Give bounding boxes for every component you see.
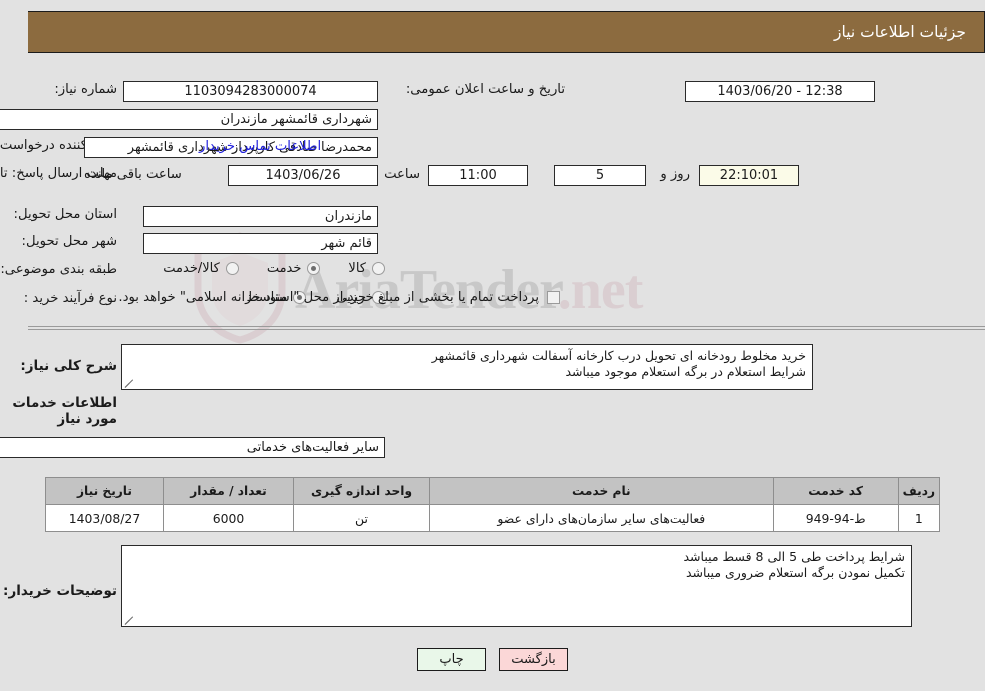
buyer-contact-link-wrap[interactable]: اطلاعات تماس خریدار — [199, 139, 321, 154]
col-unit: واحد اندازه گیری — [293, 477, 430, 505]
treasury-checkbox-label: پرداخت تمام یا بخشی از مبلغ خرید،از محل … — [118, 290, 539, 305]
deadline-hour-label: ساعت — [384, 167, 420, 182]
cell-need-date: 1403/08/27 — [45, 504, 164, 532]
category-radio-group: کالا خدمت کالا/خدمت — [163, 261, 385, 276]
deadline-hour-label-wrap: ساعت — [384, 167, 420, 182]
service-group-value: سایر فعالیت‌های خدماتی — [0, 437, 385, 458]
table-header-row: ردیف کد خدمت نام خدمت واحد اندازه گیری ت… — [45, 477, 941, 505]
treasury-checkbox-row[interactable]: پرداخت تمام یا بخشی از مبلغ خرید،از محل … — [118, 290, 560, 305]
city-value: قائم شهر — [143, 233, 378, 254]
page-title: جزئیات اطلاعات نیاز — [834, 23, 966, 41]
tender-detail-page: AriaTender.net جزئیات اطلاعات نیاز شماره… — [0, 0, 985, 691]
remaining-time-countdown: 22:10:01 — [699, 165, 799, 186]
buyer-notes-value: شرایط پرداخت طی 5 الی 8 قسط میباشد تکمیل… — [683, 549, 906, 580]
category-option-kala-khedmat[interactable]: کالا/خدمت — [163, 261, 239, 276]
col-quantity: تعداد / مقدار — [163, 477, 294, 505]
remaining-days-value: 5 — [554, 165, 646, 186]
category-option-kala-label: کالا — [348, 261, 366, 276]
remaining-days-label-wrap: روز و — [660, 167, 690, 182]
col-row-no: ردیف — [897, 477, 941, 505]
need-number-value: 1103094283000074 — [123, 81, 378, 102]
radio-kala-khedmat[interactable] — [225, 262, 239, 275]
category-option-kala-khedmat-label: کالا/خدمت — [163, 261, 220, 276]
cell-quantity: 6000 — [163, 504, 294, 532]
print-button[interactable]: چاپ — [417, 648, 486, 671]
cell-service-name: فعالیت‌های سایر سازمان‌های دارای عضو — [429, 504, 774, 532]
remaining-suffix-wrap: ساعت باقی مانده — [84, 167, 182, 182]
deadline-hour-value: 11:00 — [428, 165, 528, 186]
summary-textarea[interactable]: خرید مخلوط رودخانه ای تحویل درب کارخانه … — [121, 344, 813, 390]
table-row: 1 ط-94-949 فعالیت‌های سایر سازمان‌های دا… — [45, 504, 941, 532]
summary-value: خرید مخلوط رودخانه ای تحویل درب کارخانه … — [431, 348, 806, 379]
buyer-contact-link[interactable]: اطلاعات تماس خریدار — [199, 139, 321, 154]
col-service-name: نام خدمت — [429, 477, 774, 505]
remaining-days-label: روز و — [660, 167, 690, 182]
resize-grip-icon[interactable] — [124, 615, 135, 625]
need-info-panel — [28, 64, 985, 327]
col-service-code: کد خدمت — [772, 477, 899, 505]
resize-grip-icon[interactable] — [124, 378, 135, 388]
remaining-time-suffix: ساعت باقی مانده — [84, 167, 182, 182]
cell-unit: تن — [293, 504, 430, 532]
buyer-notes-textarea[interactable]: شرایط پرداخت طی 5 الی 8 قسط میباشد تکمیل… — [121, 545, 912, 627]
cell-service-code: ط-94-949 — [772, 504, 899, 532]
page-title-bar: جزئیات اطلاعات نیاز — [28, 11, 985, 53]
buyer-org-value: شهرداری قائمشهر مازندران — [0, 109, 378, 130]
action-button-bar: بازگشت چاپ — [0, 648, 985, 671]
services-table: ردیف کد خدمت نام خدمت واحد اندازه گیری ت… — [45, 477, 941, 532]
col-need-date: تاریخ نیاز — [45, 477, 164, 505]
category-option-khedmat-label: خدمت — [266, 261, 302, 276]
radio-kala[interactable] — [372, 262, 385, 275]
province-value: مازندران — [143, 206, 378, 227]
category-option-kala[interactable]: کالا — [348, 261, 385, 276]
cell-row-no: 1 — [897, 504, 941, 532]
category-option-khedmat[interactable]: خدمت — [267, 261, 321, 276]
deadline-date-value: 1403/06/26 — [228, 165, 378, 186]
back-button[interactable]: بازگشت — [499, 648, 568, 671]
checkbox-treasury-documents[interactable] — [547, 291, 560, 304]
radio-khedmat[interactable] — [307, 262, 321, 275]
announce-datetime-value: 12:38 - 1403/06/20 — [685, 81, 875, 102]
